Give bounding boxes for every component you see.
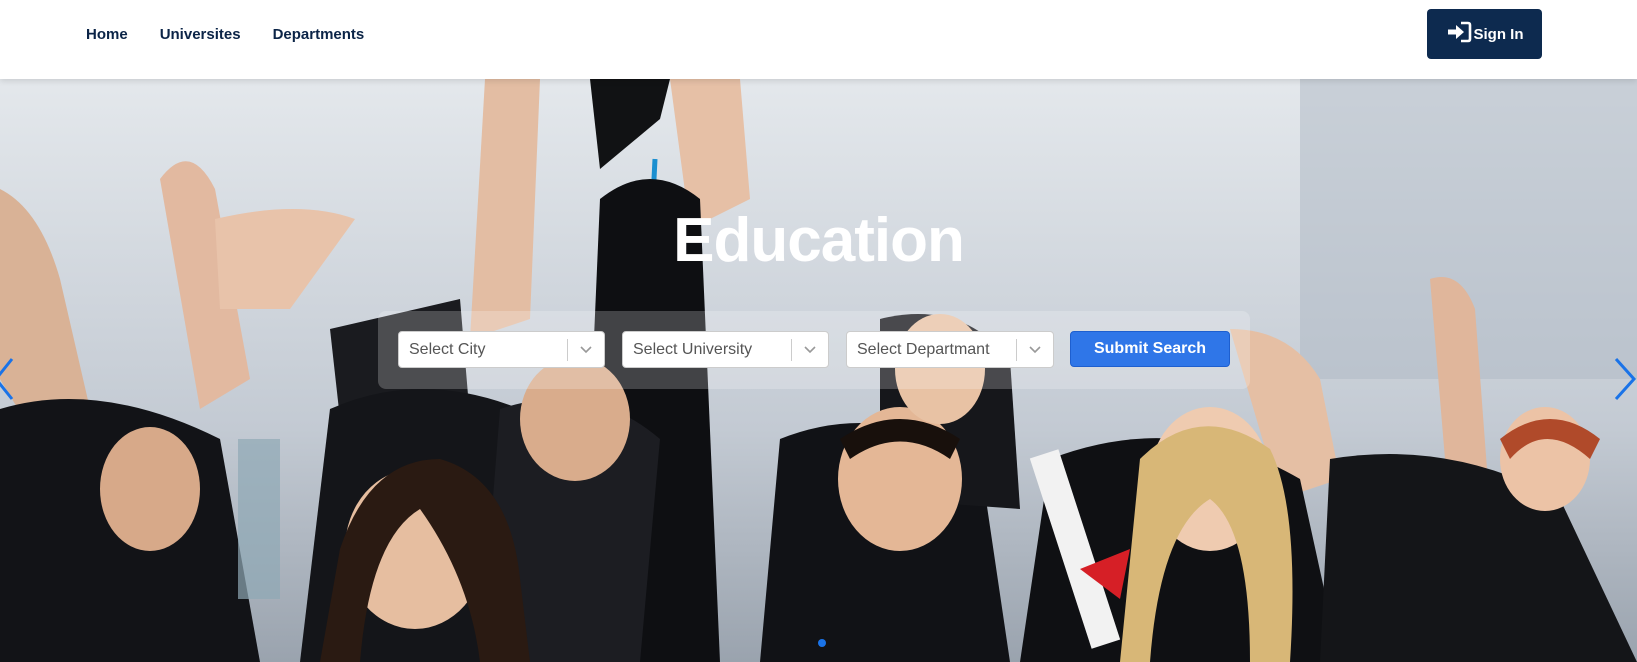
sign-in-icon <box>1446 21 1474 47</box>
nav-link-departments[interactable]: Departments <box>273 26 365 43</box>
select-university-dropdown[interactable]: Select University <box>622 331 829 368</box>
submit-search-button[interactable]: Submit Search <box>1070 331 1230 367</box>
carousel-next-button[interactable] <box>1612 355 1637 403</box>
hero-title: Education <box>673 206 965 275</box>
select-city-placeholder: Select City <box>409 340 486 358</box>
nav-link-universites[interactable]: Universites <box>160 26 241 43</box>
nav-links: Home Universites Departments <box>86 0 396 68</box>
carousel-prev-button[interactable] <box>0 355 16 403</box>
sign-in-button[interactable]: Sign In <box>1427 9 1542 59</box>
chevron-down-icon <box>1017 345 1053 355</box>
nav-link-home[interactable]: Home <box>86 26 128 43</box>
carousel-indicator-active[interactable] <box>818 639 826 647</box>
top-navbar: Home Universites Departments Sign In <box>0 0 1637 79</box>
select-department-placeholder: Select Departmant <box>857 340 990 358</box>
select-department-dropdown[interactable]: Select Departmant <box>846 331 1054 368</box>
select-city-dropdown[interactable]: Select City <box>398 331 605 368</box>
chevron-down-icon <box>792 345 828 355</box>
chevron-down-icon <box>568 345 604 355</box>
chevron-left-icon <box>0 358 16 407</box>
sign-in-label: Sign In <box>1473 25 1524 43</box>
chevron-right-icon <box>1612 357 1637 407</box>
select-university-placeholder: Select University <box>633 340 753 358</box>
